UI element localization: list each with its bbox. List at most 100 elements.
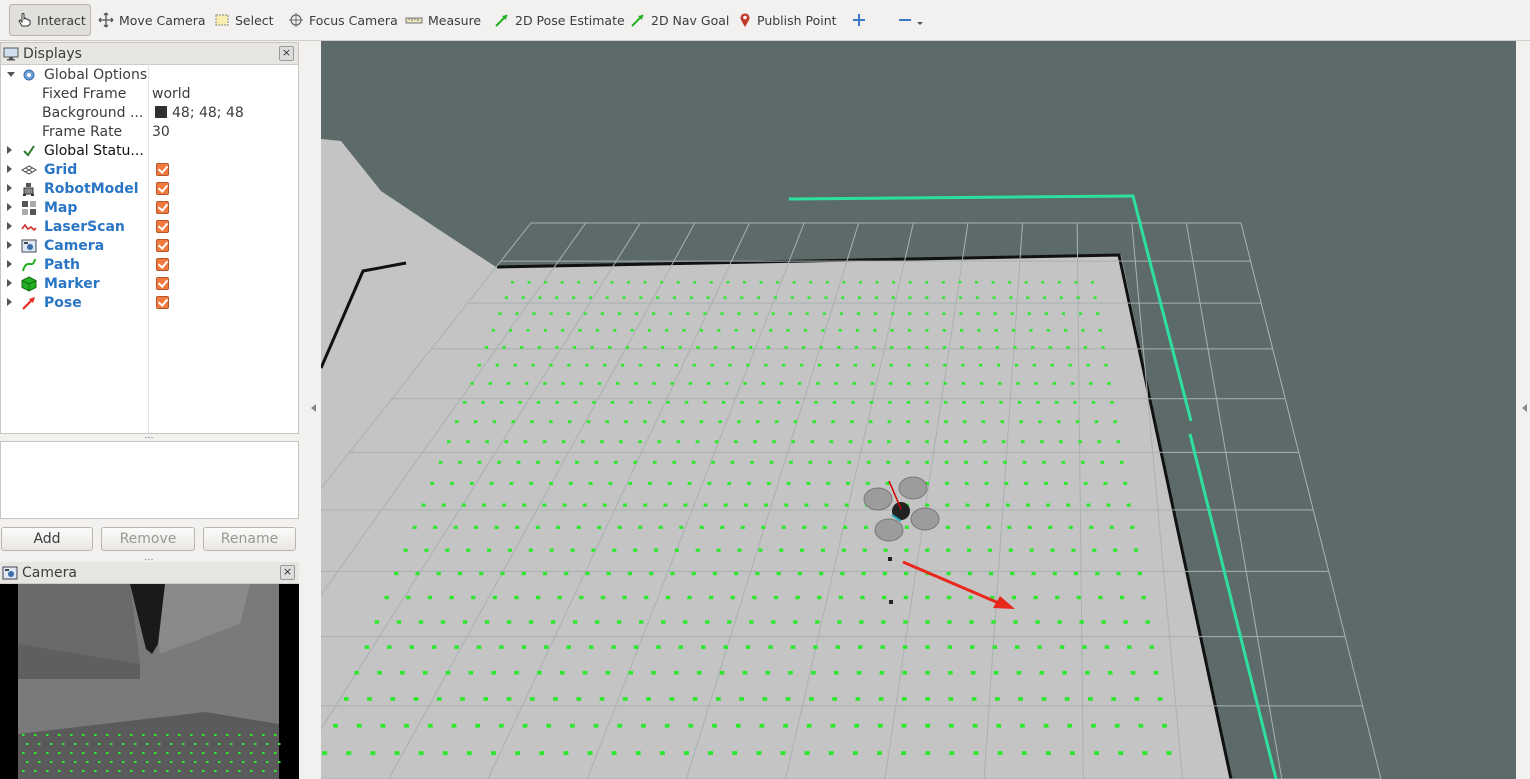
- marker-point: [711, 460, 715, 464]
- marker-point: [599, 697, 605, 701]
- enable-checkbox[interactable]: [156, 201, 169, 214]
- publish-point-tool-button[interactable]: Publish Point: [732, 4, 843, 36]
- enable-checkbox[interactable]: [156, 220, 169, 233]
- camera-marker-point: [238, 734, 241, 736]
- marker-point: [1137, 571, 1142, 576]
- camera-marker-point: [26, 761, 29, 763]
- marker-point: [458, 460, 462, 464]
- property-row-fixed-frame[interactable]: Fixed Frame world: [1, 84, 298, 103]
- display-item-laserscan[interactable]: LaserScan: [1, 217, 298, 236]
- expand-arrow-icon[interactable]: [7, 222, 12, 230]
- marker-point: [716, 548, 721, 552]
- marker-point: [996, 723, 1002, 728]
- display-item-map[interactable]: Map: [1, 198, 298, 217]
- enable-checkbox[interactable]: [156, 296, 169, 309]
- tree-item-global-options[interactable]: Global Options: [1, 65, 298, 84]
- property-row-background-color[interactable]: Background ... 48; 48; 48: [1, 103, 298, 122]
- splitter-handle[interactable]: [144, 436, 154, 439]
- expand-arrow-icon[interactable]: [7, 184, 12, 192]
- marker-point: [765, 670, 771, 675]
- measure-tool-button[interactable]: Measure: [399, 4, 487, 36]
- expand-arrow-icon[interactable]: [7, 279, 12, 287]
- splitter-handle[interactable]: [144, 558, 154, 561]
- close-icon[interactable]: ×: [280, 565, 295, 580]
- interact-tool-button[interactable]: Interact: [9, 4, 91, 36]
- marker-point: [346, 751, 352, 756]
- marker-point: [433, 525, 438, 529]
- marker-point: [643, 346, 647, 349]
- rename-display-button[interactable]: Rename: [203, 527, 296, 551]
- marker-point: [699, 525, 704, 529]
- expand-arrow-icon[interactable]: [7, 203, 12, 211]
- expand-arrow-icon[interactable]: [7, 165, 12, 173]
- marker-point: [1036, 400, 1040, 404]
- marker-point: [656, 363, 661, 367]
- collapse-right-handle[interactable]: [1522, 404, 1527, 412]
- marker-point: [907, 329, 912, 332]
- select-tool-button[interactable]: Select: [208, 4, 280, 36]
- marker-point: [809, 697, 814, 701]
- display-item-grid[interactable]: Grid: [1, 160, 298, 179]
- expand-arrow-icon[interactable]: [7, 146, 12, 154]
- expand-arrow-icon[interactable]: [7, 72, 15, 77]
- marker-point: [665, 329, 669, 332]
- focus-camera-tool-button[interactable]: Focus Camera: [282, 4, 404, 36]
- close-icon[interactable]: ×: [279, 46, 294, 61]
- 2d-pose-estimate-tool-button[interactable]: 2D Pose Estimate: [488, 4, 631, 36]
- property-description-box: [0, 441, 299, 519]
- 2d-nav-goal-tool-button[interactable]: 2D Nav Goal: [624, 4, 735, 36]
- camera-marker-point: [262, 734, 265, 736]
- move-camera-tool-button[interactable]: Move Camera: [92, 4, 212, 36]
- property-value[interactable]: world: [152, 86, 191, 102]
- remove-tool-dropdown[interactable]: [890, 4, 930, 36]
- marker-point: [1070, 751, 1075, 756]
- property-value[interactable]: 30: [152, 124, 170, 140]
- expand-arrow-icon[interactable]: [7, 241, 12, 249]
- marker-point: [418, 620, 424, 624]
- add-tool-button[interactable]: [845, 4, 873, 36]
- 3d-render-view[interactable]: [321, 41, 1516, 779]
- marker-point: [902, 697, 907, 701]
- marker-point: [1094, 420, 1099, 424]
- expand-arrow-icon[interactable]: [7, 260, 12, 268]
- expand-arrow-icon[interactable]: [7, 298, 12, 306]
- property-value-wrapper[interactable]: 48; 48; 48: [155, 105, 244, 121]
- camera-marker-point: [110, 761, 113, 763]
- marker-point: [883, 548, 888, 552]
- display-item-camera[interactable]: Camera: [1, 236, 298, 255]
- marker-point: [942, 329, 946, 332]
- enable-checkbox[interactable]: [156, 163, 169, 176]
- collapse-left-handle[interactable]: [311, 404, 316, 412]
- marker-point: [730, 460, 735, 464]
- enable-checkbox[interactable]: [156, 277, 169, 290]
- enable-checkbox[interactable]: [156, 258, 169, 271]
- marker-point: [888, 382, 893, 385]
- display-label: RobotModel: [44, 180, 139, 197]
- marker-point: [727, 620, 732, 624]
- enable-checkbox[interactable]: [156, 182, 169, 195]
- marker-point: [981, 420, 986, 424]
- property-row-frame-rate[interactable]: Frame Rate 30: [1, 122, 298, 141]
- marker-point: [757, 296, 761, 299]
- marker-point: [758, 400, 763, 404]
- marker-point: [848, 440, 853, 444]
- display-item-marker[interactable]: Marker: [1, 274, 298, 293]
- camera-marker-point: [154, 734, 157, 736]
- marker-point: [732, 751, 738, 756]
- marker-point: [860, 595, 865, 600]
- add-display-button[interactable]: Add: [1, 527, 93, 551]
- display-item-path[interactable]: Path: [1, 255, 298, 274]
- marker-point: [580, 440, 585, 444]
- marker-point: [491, 670, 496, 675]
- marker-point: [761, 382, 765, 385]
- enable-checkbox[interactable]: [156, 239, 169, 252]
- display-item-pose[interactable]: Pose: [1, 293, 298, 312]
- marker-point: [730, 595, 735, 600]
- marker-point: [803, 329, 808, 332]
- marker-point: [891, 296, 895, 299]
- tree-item-global-status[interactable]: Global Statu...: [1, 141, 298, 160]
- display-item-robotmodel[interactable]: RobotModel: [1, 179, 298, 198]
- marker-point: [605, 420, 610, 424]
- marker-point: [322, 751, 328, 756]
- remove-display-button[interactable]: Remove: [101, 527, 195, 551]
